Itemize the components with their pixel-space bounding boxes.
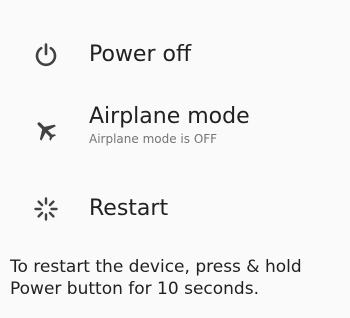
restart-item[interactable]: Restart (0, 193, 350, 225)
power-icon (32, 41, 60, 69)
restart-spinner-icon (32, 195, 60, 223)
power-off-label: Power off (89, 42, 192, 67)
restart-hint-text: To restart the device, press & hold Powe… (10, 256, 345, 300)
airplane-icon (32, 116, 60, 144)
power-off-item[interactable]: Power off (0, 40, 350, 70)
restart-label: Restart (89, 196, 169, 221)
power-menu-dialog: Power off Airplane mode Airplane mode is… (0, 0, 350, 318)
airplane-mode-label: Airplane mode (89, 104, 250, 129)
restart-hint-line-2: Power button for 10 seconds. (10, 279, 259, 299)
airplane-mode-item[interactable]: Airplane mode Airplane mode is OFF (0, 104, 350, 150)
restart-hint-line-1: To restart the device, press & hold (10, 257, 302, 277)
airplane-mode-status: Airplane mode is OFF (89, 132, 218, 146)
